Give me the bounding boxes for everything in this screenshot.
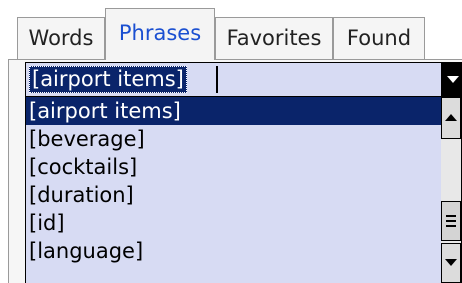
scroll-up-button[interactable] <box>441 97 461 139</box>
tab-words[interactable]: Words <box>17 17 105 59</box>
combobox-selected-text[interactable]: [airport items] <box>29 66 187 93</box>
list-item[interactable]: [beverage] <box>26 125 442 153</box>
vertical-scrollbar[interactable] <box>441 97 461 283</box>
tab-phrases[interactable]: Phrases <box>105 8 215 60</box>
arrow-up-icon <box>445 114 457 121</box>
arrow-down-icon <box>445 259 457 266</box>
grip-icon <box>446 215 456 227</box>
list-item[interactable]: [language] <box>26 237 442 265</box>
category-combobox[interactable]: [airport items] <box>25 62 462 97</box>
dropdown-button[interactable] <box>441 63 461 96</box>
tab-found[interactable]: Found <box>333 17 425 59</box>
scroll-down-button[interactable] <box>441 243 461 283</box>
category-dropdown-list[interactable]: [airport items] [beverage] [cocktails] [… <box>25 97 462 283</box>
list-item[interactable]: [cocktails] <box>26 153 442 181</box>
list-item[interactable]: [airport items] <box>26 97 442 125</box>
scroll-thumb[interactable] <box>441 201 461 241</box>
chevron-down-icon <box>447 76 459 83</box>
list-item[interactable]: [duration] <box>26 181 442 209</box>
tab-favorites[interactable]: Favorites <box>215 17 333 59</box>
text-caret <box>216 66 218 93</box>
tab-strip: Words Phrases Favorites Found <box>0 0 462 60</box>
list-item[interactable]: [id] <box>26 209 442 237</box>
